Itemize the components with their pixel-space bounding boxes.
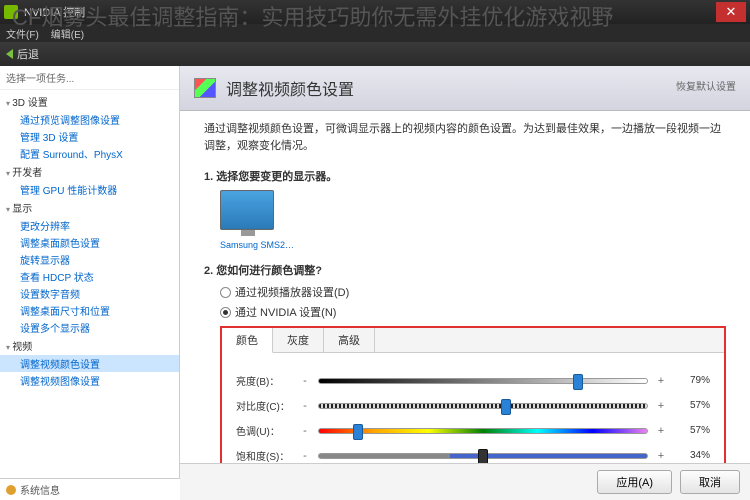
monitor-label: Samsung SMS2… <box>220 240 726 250</box>
plus-icon: + <box>656 375 666 387</box>
slider-value: 79% <box>674 375 710 386</box>
tree-item[interactable]: 调整桌面尺寸和位置 <box>0 302 179 319</box>
slider-track[interactable] <box>318 428 648 434</box>
tree-item[interactable]: 设置数字音频 <box>0 285 179 302</box>
page-title: 调整视频颜色设置 <box>226 76 354 100</box>
plus-icon: + <box>656 400 666 412</box>
slider-row: 色调(U)：- +57% <box>236 423 710 438</box>
tree-group[interactable]: 3D 设置 <box>0 92 179 111</box>
slider-track[interactable] <box>318 378 648 384</box>
slider-label: 饱和度(S)： <box>236 448 292 463</box>
info-icon <box>6 485 16 495</box>
slider-thumb[interactable] <box>478 449 488 464</box>
plus-icon: + <box>656 450 666 462</box>
step1-title: 1. 选择您要变更的显示器。 <box>204 168 726 184</box>
sidebar: 选择一项任务... 3D 设置通过预览调整图像设置管理 3D 设置配置 Surr… <box>0 66 180 500</box>
tab-advanced[interactable]: 高级 <box>324 328 375 352</box>
tree-item[interactable]: 管理 3D 设置 <box>0 128 179 145</box>
minus-icon: - <box>300 375 310 387</box>
tree-item[interactable]: 配置 Surround、PhysX <box>0 145 179 162</box>
nvidia-icon <box>4 5 18 19</box>
restore-defaults-link[interactable]: 恢复默认设置 <box>676 78 736 93</box>
slider-label: 亮度(B)： <box>236 373 292 388</box>
tree-item[interactable]: 更改分辨率 <box>0 217 179 234</box>
close-button[interactable] <box>716 2 746 22</box>
slider-value: 57% <box>674 400 710 411</box>
slider-thumb[interactable] <box>573 374 583 390</box>
slider-row: 饱和度(S)：- +34% <box>236 448 710 463</box>
sysinfo-link[interactable]: 系统信息 <box>0 478 180 500</box>
tabs: 颜色 灰度 高级 <box>222 328 724 353</box>
back-button[interactable]: 后退 <box>6 46 39 62</box>
back-arrow-icon <box>6 49 13 59</box>
titlebar: NVIDIA 控制 <box>0 0 750 24</box>
slider-thumb[interactable] <box>501 399 511 415</box>
color-bars-icon <box>194 78 216 98</box>
radio-icon <box>220 287 231 298</box>
slider-label: 色调(U)： <box>236 423 292 438</box>
slider-track[interactable] <box>318 453 648 459</box>
radio-player[interactable]: 通过视频播放器设置(D) <box>220 284 726 300</box>
tab-color[interactable]: 颜色 <box>222 328 273 353</box>
slider-label: 对比度(C)： <box>236 398 292 413</box>
radio-nvidia[interactable]: 通过 NVIDIA 设置(N) <box>220 304 726 320</box>
tree-group[interactable]: 显示 <box>0 198 179 217</box>
slider-row: 亮度(B)：- +79% <box>236 373 710 388</box>
menubar: 文件(F) 编辑(E) <box>0 24 750 42</box>
tree-group[interactable]: 开发者 <box>0 162 179 181</box>
tree-item[interactable]: 设置多个显示器 <box>0 319 179 336</box>
highlight-box: 颜色 灰度 高级 亮度(B)：-+79%对比度(C)：-+57%色调(U)：-+… <box>220 326 726 463</box>
minus-icon: - <box>300 425 310 437</box>
tree-item[interactable]: 管理 GPU 性能计数器 <box>0 181 179 198</box>
slider-row: 对比度(C)：- +57% <box>236 398 710 413</box>
slider-value: 34% <box>674 450 710 461</box>
tree-item[interactable]: 调整视频图像设置 <box>0 372 179 389</box>
slider-track[interactable] <box>318 403 648 409</box>
sidebar-header: 选择一项任务... <box>0 66 179 90</box>
radio-icon-checked <box>220 307 231 318</box>
description: 通过调整视频颜色设置，可微调显示器上的视频内容的颜色设置。为达到最佳效果，一边播… <box>204 121 726 154</box>
tree-item[interactable]: 调整桌面颜色设置 <box>0 234 179 251</box>
tree-item[interactable]: 查看 HDCP 状态 <box>0 268 179 285</box>
footer: 应用(A) 取消 <box>180 463 750 500</box>
slider-value: 57% <box>674 425 710 436</box>
minus-icon: - <box>300 450 310 462</box>
menu-file[interactable]: 文件(F) <box>6 26 39 41</box>
monitor-icon[interactable] <box>220 190 274 230</box>
window-title: NVIDIA 控制 <box>24 4 716 20</box>
content-pane: 调整视频颜色设置 恢复默认设置 通过调整视频颜色设置，可微调显示器上的视频内容的… <box>180 66 750 500</box>
tab-gamma[interactable]: 灰度 <box>273 328 324 352</box>
tree-item[interactable]: 旋转显示器 <box>0 251 179 268</box>
tree-item[interactable]: 通过预览调整图像设置 <box>0 111 179 128</box>
tree-group[interactable]: 视频 <box>0 336 179 355</box>
toolbar: 后退 <box>0 42 750 66</box>
tree-item[interactable]: 调整视频颜色设置 <box>0 355 179 372</box>
slider-thumb[interactable] <box>353 424 363 440</box>
minus-icon: - <box>300 400 310 412</box>
plus-icon: + <box>656 425 666 437</box>
cancel-button[interactable]: 取消 <box>680 470 740 494</box>
apply-button[interactable]: 应用(A) <box>597 470 672 494</box>
menu-edit[interactable]: 编辑(E) <box>51 26 84 41</box>
step2-title: 2. 您如何进行颜色调整? <box>204 262 726 278</box>
